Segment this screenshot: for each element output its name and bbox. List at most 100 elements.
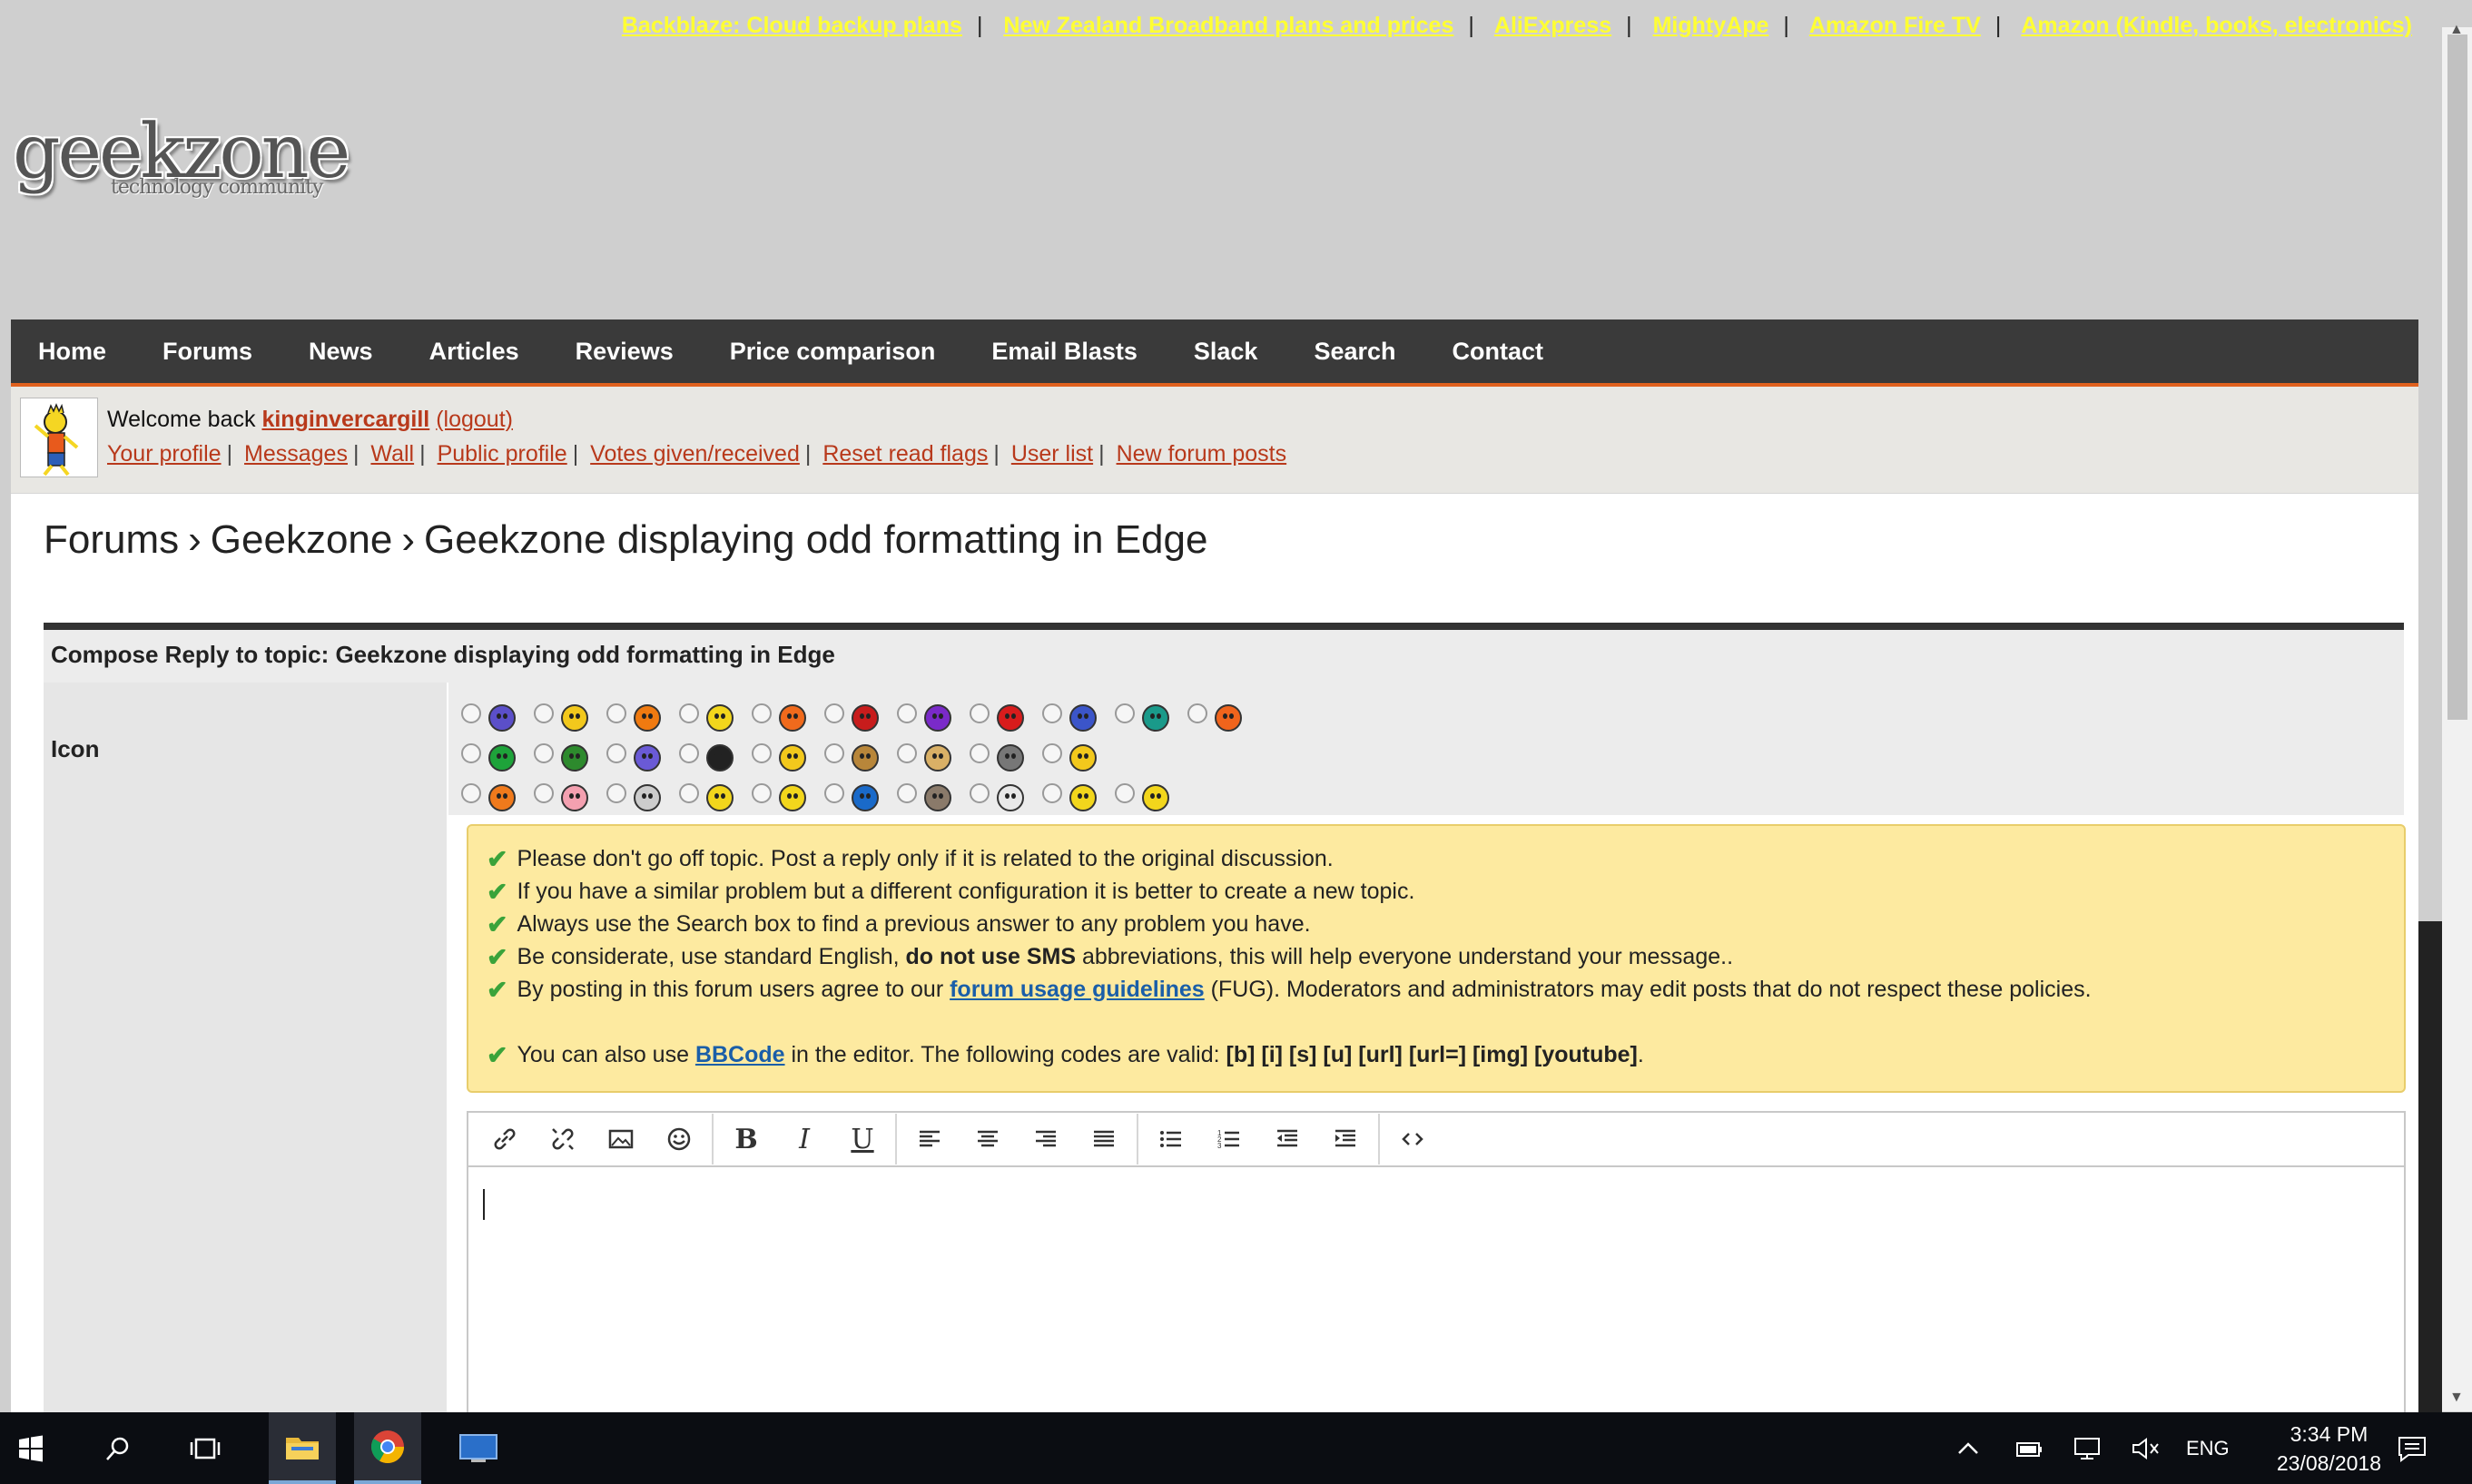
icon-radio[interactable] (679, 743, 699, 763)
icon-radio[interactable] (824, 783, 844, 803)
icon-radio[interactable] (534, 703, 554, 723)
breadcrumb-forums[interactable]: Forums (44, 517, 179, 562)
icon-radio[interactable] (1042, 783, 1062, 803)
icon-option[interactable] (534, 735, 606, 771)
icon-option[interactable] (461, 695, 534, 732)
icon-radio[interactable] (970, 703, 990, 723)
nav-search[interactable]: Search (1314, 338, 1395, 366)
icon-radio[interactable] (752, 703, 772, 723)
bbcode-link[interactable]: BBCode (695, 1042, 785, 1068)
bullet-list-icon[interactable] (1142, 1114, 1200, 1165)
nav-slack[interactable]: Slack (1194, 338, 1258, 366)
icon-option[interactable] (970, 735, 1042, 771)
show-hidden-icons[interactable] (1955, 1412, 1981, 1484)
ad-link-fire-tv[interactable]: Amazon Fire TV (1809, 13, 1981, 38)
icon-radio[interactable] (970, 743, 990, 763)
username-link[interactable]: kinginvercargill (261, 407, 429, 432)
icon-option[interactable] (752, 735, 824, 771)
icon-radio[interactable] (1115, 783, 1135, 803)
system-clock[interactable]: 3:34 PM 23/08/2018 (2277, 1420, 2381, 1478)
icon-option[interactable] (606, 695, 679, 732)
icon-option[interactable] (752, 695, 824, 732)
icon-radio[interactable] (824, 703, 844, 723)
align-left-icon[interactable] (901, 1114, 959, 1165)
nav-reviews[interactable]: Reviews (576, 338, 674, 366)
language-indicator[interactable]: ENG (2186, 1412, 2230, 1484)
icon-radio[interactable] (679, 703, 699, 723)
user-link-votes[interactable]: Votes given/received (590, 441, 800, 467)
icon-option[interactable] (461, 735, 534, 771)
icon-option[interactable] (897, 735, 970, 771)
icon-radio[interactable] (606, 743, 626, 763)
notifications-icon[interactable] (2397, 1412, 2428, 1484)
scrollbar-thumb[interactable] (2447, 34, 2467, 720)
icon-option[interactable] (897, 695, 970, 732)
ad-link-aliexpress[interactable]: AliExpress (1494, 13, 1611, 38)
icon-radio[interactable] (606, 703, 626, 723)
ad-link-amazon[interactable]: Amazon (Kindle, books, electronics) (2021, 13, 2412, 38)
text-caret[interactable] (483, 1189, 485, 1220)
chrome-icon[interactable] (354, 1412, 421, 1484)
user-link-messages[interactable]: Messages (244, 441, 348, 467)
icon-radio[interactable] (606, 783, 626, 803)
icon-radio[interactable] (461, 743, 481, 763)
forum-usage-guidelines-link[interactable]: forum usage guidelines (950, 977, 1205, 1003)
user-link-user-list[interactable]: User list (1011, 441, 1093, 467)
icon-option[interactable] (1115, 775, 1187, 811)
ad-link-nz-broadband[interactable]: New Zealand Broadband plans and prices (1003, 13, 1453, 38)
icon-radio[interactable] (897, 743, 917, 763)
icon-radio[interactable] (824, 743, 844, 763)
icon-radio[interactable] (1042, 743, 1062, 763)
icon-radio[interactable] (679, 783, 699, 803)
icon-option[interactable] (824, 735, 897, 771)
justify-icon[interactable] (1075, 1114, 1133, 1165)
icon-option[interactable] (970, 695, 1042, 732)
indent-icon[interactable] (1316, 1114, 1374, 1165)
icon-radio[interactable] (752, 783, 772, 803)
icon-radio[interactable] (1042, 703, 1062, 723)
page-scrollbar[interactable]: ▲ ▼ (2442, 22, 2472, 1411)
bold-button[interactable]: B (717, 1114, 775, 1165)
avatar[interactable] (20, 398, 98, 477)
icon-option[interactable] (824, 775, 897, 811)
icon-option[interactable] (1042, 775, 1115, 811)
icon-option[interactable] (897, 775, 970, 811)
nav-contact[interactable]: Contact (1453, 338, 1544, 366)
geekzone-logo[interactable]: geekzone technology community (13, 115, 367, 216)
icon-radio[interactable] (1115, 703, 1135, 723)
icon-option[interactable] (534, 775, 606, 811)
user-link-profile[interactable]: Your profile (107, 441, 222, 467)
icon-radio[interactable] (897, 783, 917, 803)
link-icon[interactable] (476, 1114, 534, 1165)
icon-option[interactable] (534, 695, 606, 732)
icon-option[interactable] (606, 775, 679, 811)
align-center-icon[interactable] (959, 1114, 1017, 1165)
underline-button[interactable]: U (833, 1114, 891, 1165)
user-link-reset-read-flags[interactable]: Reset read flags (822, 441, 988, 467)
icon-option[interactable] (461, 775, 534, 811)
align-right-icon[interactable] (1017, 1114, 1075, 1165)
file-explorer-icon[interactable] (269, 1412, 336, 1484)
user-link-new-forum-posts[interactable]: New forum posts (1117, 441, 1287, 467)
ad-link-mightyape[interactable]: MightyApe (1653, 13, 1769, 38)
icon-option[interactable] (824, 695, 897, 732)
remote-desktop-icon[interactable] (445, 1412, 512, 1484)
nav-price-comparison[interactable]: Price comparison (730, 338, 936, 366)
icon-option[interactable] (606, 735, 679, 771)
icon-option[interactable] (1042, 735, 1115, 771)
icon-option[interactable] (1115, 695, 1187, 732)
network-icon[interactable] (2072, 1412, 2104, 1484)
icon-radio[interactable] (970, 783, 990, 803)
icon-radio[interactable] (461, 783, 481, 803)
icon-radio[interactable] (897, 703, 917, 723)
icon-option[interactable] (679, 735, 752, 771)
icon-radio[interactable] (534, 743, 554, 763)
logout-link[interactable]: (logout) (436, 407, 513, 432)
icon-radio[interactable] (1187, 703, 1207, 723)
nav-home[interactable]: Home (38, 338, 106, 366)
unlink-icon[interactable] (534, 1114, 592, 1165)
nav-forums[interactable]: Forums (163, 338, 252, 366)
windows-start-icon[interactable] (0, 1412, 62, 1484)
italic-button[interactable]: I (775, 1114, 833, 1165)
volume-muted-icon[interactable] (2130, 1412, 2161, 1484)
